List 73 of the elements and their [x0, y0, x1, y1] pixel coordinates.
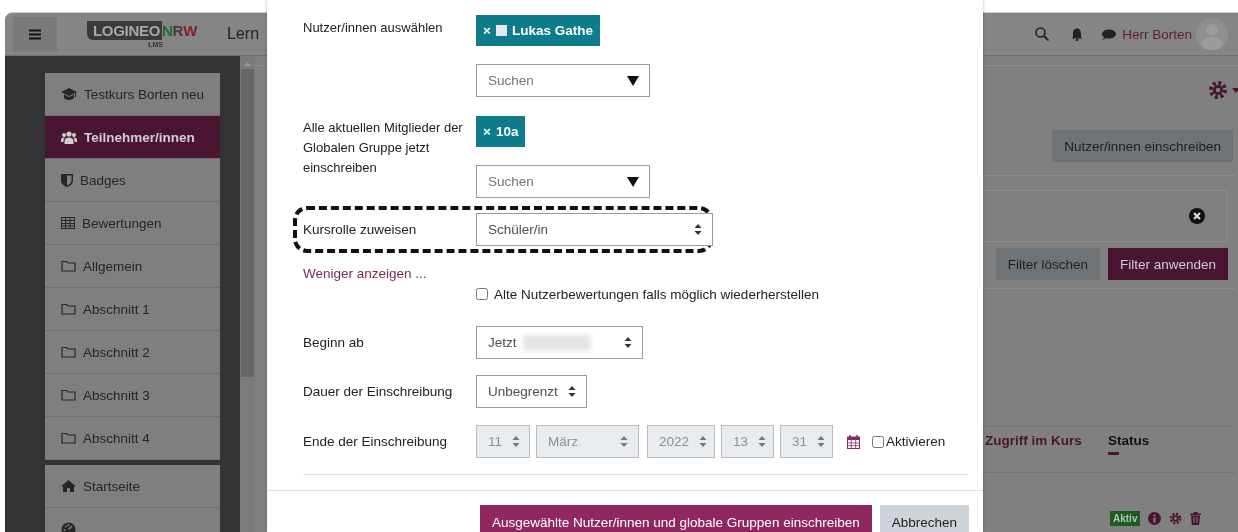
selection-chip[interactable]: × Lukas Gathe: [476, 15, 600, 46]
logo-letter: R: [172, 21, 184, 39]
calendar-icon[interactable]: [847, 434, 860, 449]
select-field[interactable]: Jetzt: [476, 326, 643, 359]
clear-icon[interactable]: [1189, 208, 1205, 224]
users-icon: [61, 130, 77, 144]
field-label: Kursrolle zuweisen: [303, 220, 418, 239]
cancel-button[interactable]: Abbrechen: [879, 505, 969, 532]
sidebar-item[interactable]: Abschnitt 1: [45, 288, 220, 331]
up-down-caret-icon: [567, 386, 576, 397]
site-title: Lern: [227, 25, 260, 43]
selection-chip[interactable]: × 10a: [476, 116, 526, 147]
graduation-cap-icon: [61, 87, 77, 101]
select-field[interactable]: Unbegrenzt: [476, 375, 587, 408]
folder-icon: [61, 303, 76, 315]
logo-letter: W: [183, 21, 197, 39]
info-icon[interactable]: [1148, 512, 1162, 525]
field-label: Beginn ab: [303, 333, 365, 352]
menu-button[interactable]: [13, 16, 57, 52]
gear-icon[interactable]: [1169, 512, 1183, 525]
up-down-caret-icon: [620, 436, 628, 447]
caret-icon[interactable]: [1232, 87, 1238, 93]
folder-icon: [61, 389, 76, 401]
search-field[interactable]: Suchen: [476, 64, 650, 97]
shield-icon: [61, 173, 73, 187]
up-down-caret-icon: [817, 436, 826, 447]
folder-icon: [61, 260, 76, 272]
sidebar-item[interactable]: Allgemein: [45, 245, 220, 288]
menu-icon: [29, 28, 41, 40]
filter-button[interactable]: Filter löschen: [995, 248, 1100, 280]
scrollbar[interactable]: [240, 56, 255, 532]
logo-text: LOGINEO: [86, 20, 163, 40]
bell-icon[interactable]: [1071, 27, 1084, 41]
gear-icon[interactable]: [1208, 80, 1228, 100]
checkbox[interactable]: [476, 288, 488, 300]
dropdown-caret-icon[interactable]: [627, 176, 639, 187]
up-down-caret-icon: [699, 436, 708, 447]
folder-icon: [61, 346, 76, 358]
field-label: Dauer der Einschreibung: [303, 382, 454, 401]
sidebar-item[interactable]: Abschnitt 4: [45, 417, 220, 460]
column-header[interactable]: Status: [1108, 433, 1150, 448]
trash-icon[interactable]: [1190, 512, 1202, 525]
field-label: Alle aktuellen Mitglieder der Globalen Gruppe jetzt einschreiben: [303, 119, 464, 177]
field-label: Nutzer/innen auswählen: [303, 19, 444, 37]
select-field[interactable]: Schüler/in: [476, 213, 713, 246]
user-name[interactable]: Herr Borten: [1122, 26, 1192, 42]
checkbox-label: Aktivieren: [886, 434, 946, 449]
filter-field[interactable]: [983, 190, 1228, 242]
field-label: Ende der Einschreibung: [303, 432, 449, 451]
logo-letter: N: [162, 21, 173, 39]
column-header[interactable]: Zugriff im Kurs: [985, 433, 1108, 448]
search-icon[interactable]: [1035, 27, 1050, 41]
enrol-button[interactable]: Ausgewählte Nutzer/innen und globale Gruppen einschreiben: [479, 505, 872, 532]
folder-icon: [61, 432, 76, 444]
checkbox-label: Alte Nutzerbewertungen falls möglich wiederherstellen: [494, 286, 819, 302]
filter-button[interactable]: Filter anwenden: [1107, 248, 1228, 280]
up-down-caret-icon: [694, 224, 702, 235]
show-less-link[interactable]: Weniger anzeigen ...: [303, 265, 427, 283]
sidebar-item[interactable]: Abschnitt 2: [45, 331, 220, 374]
sidebar-item[interactable]: Teilnehmer/innen: [45, 116, 220, 159]
chat-bubble-icon[interactable]: [1102, 28, 1117, 40]
table-icon: [61, 217, 75, 229]
up-down-caret-icon: [758, 436, 767, 447]
dropdown-caret-icon[interactable]: [627, 75, 639, 86]
sidebar-item[interactable]: Badges: [45, 159, 220, 202]
home-icon: [61, 480, 76, 492]
sidebar-item[interactable]: Bewertungen: [45, 202, 220, 245]
status-badge: Aktiv: [1110, 511, 1141, 526]
sidebar-item[interactable]: Abschnitt 3: [45, 374, 220, 417]
up-down-caret-icon: [624, 337, 632, 348]
enrol-users-button[interactable]: Nutzer/innen einschreiben: [1052, 130, 1233, 162]
search-field[interactable]: Suchen: [476, 165, 650, 198]
up-down-caret-icon: [512, 436, 520, 447]
